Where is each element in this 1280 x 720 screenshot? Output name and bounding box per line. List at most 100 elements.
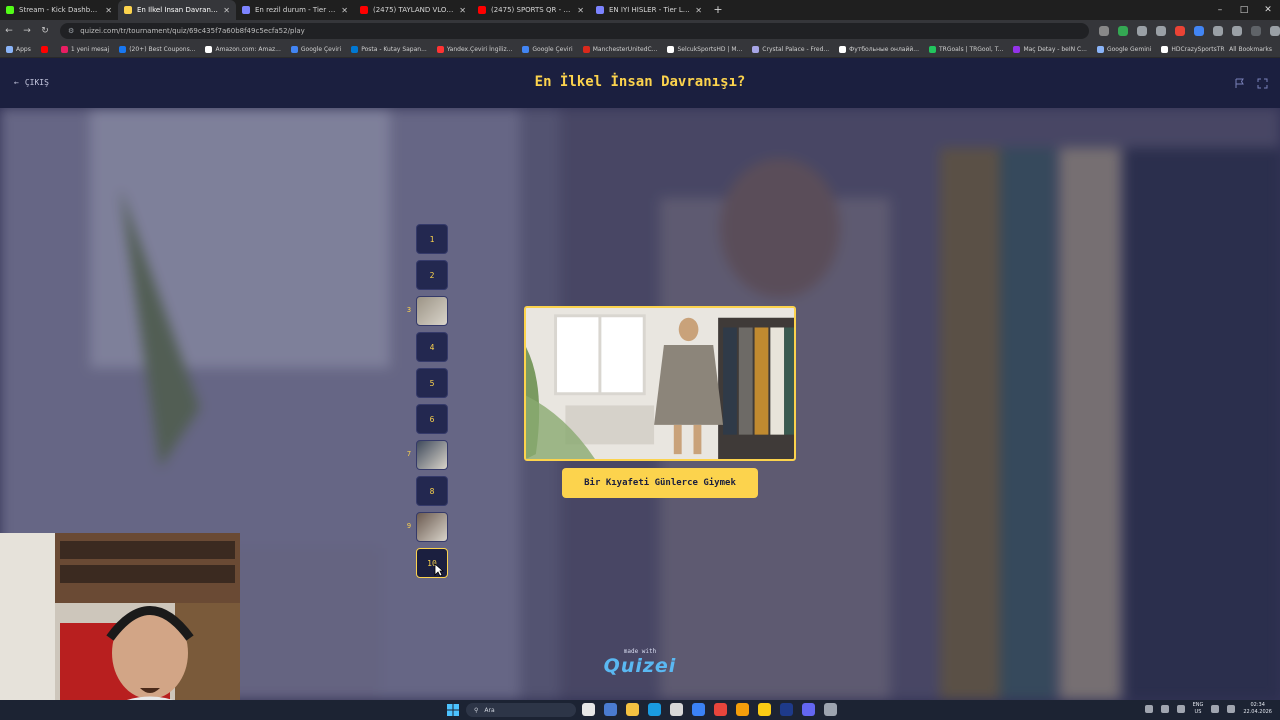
copilot-icon[interactable] <box>604 703 617 716</box>
chrome-icon[interactable] <box>714 703 727 716</box>
bookmark-item[interactable]: Apps <box>6 46 31 53</box>
round-3[interactable] <box>416 296 448 326</box>
steam-icon[interactable] <box>780 703 793 716</box>
discord-icon[interactable] <box>802 703 815 716</box>
app-icon[interactable] <box>736 703 749 716</box>
round-number-label: 9 <box>406 522 412 530</box>
bookmark-favicon-icon <box>928 46 936 53</box>
tab-close-icon[interactable]: ✕ <box>223 6 230 15</box>
bookmark-item[interactable]: Crystal Palace - Fred... <box>752 46 829 53</box>
bookmark-label: TRGoals | TRGool, T... <box>938 46 1004 53</box>
taskbar-search[interactable]: ⚲ Ara <box>466 703 576 717</box>
extension-icon[interactable] <box>1194 26 1204 36</box>
browser-tab[interactable]: (2475) SPORTS QR - YouTube ✕ <box>472 0 590 20</box>
bookmark-item[interactable]: Google Çeviri <box>290 46 341 53</box>
round-2[interactable]: 2 <box>416 260 448 290</box>
bookmark-item[interactable]: 1 yeni mesaj <box>60 46 109 53</box>
back-icon[interactable]: ← <box>0 26 18 36</box>
browser-tab[interactable]: EN İYİ HİSLER - Tier List | Kör S✕ <box>590 0 708 20</box>
extension-icon[interactable] <box>1213 26 1223 36</box>
edge-icon[interactable] <box>648 703 661 716</box>
tab-close-icon[interactable]: ✕ <box>695 6 702 15</box>
bookmark-item[interactable]: Posta - Kutay Sapan... <box>351 46 427 53</box>
minimize-icon[interactable]: – <box>1208 0 1232 20</box>
clock-date: 22.04.2026 <box>1243 709 1272 715</box>
site-info-icon[interactable]: ⚙ <box>68 27 74 35</box>
tab-close-icon[interactable]: ✕ <box>341 6 348 15</box>
file-explorer-icon[interactable] <box>626 703 639 716</box>
obs-icon[interactable] <box>824 703 837 716</box>
puzzle-icon[interactable] <box>1232 26 1242 36</box>
tab-title: EN İYİ HİSLER - Tier List | Kör S <box>609 6 692 14</box>
bookmark-item[interactable]: ManchesterUnitedC... <box>582 46 657 53</box>
round-5[interactable]: 5 <box>416 368 448 398</box>
bookmark-label: Crystal Palace - Fred... <box>762 46 830 53</box>
extension-icon[interactable] <box>1156 26 1166 36</box>
extension-icon[interactable] <box>1118 26 1128 36</box>
extension-icon[interactable] <box>1175 26 1185 36</box>
volume-icon[interactable] <box>1227 705 1236 713</box>
bookmark-item[interactable] <box>40 46 51 53</box>
new-tab-icon[interactable]: + <box>708 0 728 20</box>
network-icon[interactable] <box>1160 705 1169 713</box>
address-bar[interactable]: ⚙ quizei.com/tr/tournament/quiz/69c435f7… <box>59 23 1089 39</box>
extension-icon[interactable] <box>1137 26 1147 36</box>
browser-tab[interactable]: Stream - Kick Dashboard ✕ <box>0 0 118 20</box>
bookmark-item[interactable]: Amazon.com: Amaz... <box>205 46 281 53</box>
all-bookmarks[interactable]: All Bookmarks <box>1229 46 1272 53</box>
round-1[interactable]: 1 <box>416 224 448 254</box>
round-9[interactable] <box>416 512 448 542</box>
tab-favicon-icon <box>242 6 250 14</box>
menu-icon[interactable] <box>1270 26 1280 36</box>
quizei-brand[interactable]: made with Quizei <box>596 648 684 677</box>
bookmark-item[interactable]: Google Çeviri <box>522 46 573 53</box>
mail-icon[interactable] <box>692 703 705 716</box>
option-card[interactable] <box>524 306 796 461</box>
round-4[interactable]: 4 <box>416 332 448 362</box>
answer-option-button[interactable]: Bir Kıyafeti Günlerce Giymek <box>562 468 758 498</box>
store-icon[interactable] <box>670 703 683 716</box>
tab-close-icon[interactable]: ✕ <box>105 6 112 15</box>
bookmark-label: (20+) Best Coupons... <box>129 46 196 53</box>
bookmark-item[interactable]: TRGoals | TRGool, T... <box>928 46 1004 53</box>
round-8[interactable]: 8 <box>416 476 448 506</box>
browser-tab[interactable]: En İlkel İnsan Davranışı? - Tier L✕ <box>118 0 236 20</box>
bookmark-label: Футбольные онлайй... <box>849 46 919 53</box>
mic-icon[interactable] <box>1176 705 1185 713</box>
taskbar-clock[interactable]: 02:34 22.04.2026 <box>1243 702 1272 716</box>
language-indicator[interactable]: ENG US <box>1193 702 1204 716</box>
bookmark-favicon-icon <box>1096 46 1104 53</box>
tab-close-icon[interactable]: ✕ <box>459 6 466 15</box>
sticky-notes-icon[interactable] <box>758 703 771 716</box>
round-7[interactable] <box>416 440 448 470</box>
browser-tab[interactable]: En rezil durum - Tier List | Kör S ✕ <box>236 0 354 20</box>
bookmark-favicon-icon <box>60 46 68 53</box>
forward-icon[interactable]: → <box>18 26 36 36</box>
browser-toolbar: ← → ↻ ⚙ quizei.com/tr/tournament/quiz/69… <box>0 20 1280 42</box>
quiz-header: ← ÇIKIŞ En İlkel İnsan Davranışı? <box>0 58 1280 108</box>
maximize-icon[interactable]: □ <box>1232 0 1256 20</box>
windows-start-icon[interactable] <box>446 703 460 717</box>
fullscreen-icon[interactable] <box>1257 78 1268 89</box>
reload-icon[interactable]: ↻ <box>36 26 54 36</box>
brand-tagline: made with <box>623 648 657 655</box>
bookmark-item[interactable]: SelcukSportsHD | M... <box>667 46 742 53</box>
tab-close-icon[interactable]: ✕ <box>577 6 584 15</box>
bookmark-item[interactable]: Футбольные онлайй... <box>839 46 919 53</box>
chevron-up-icon[interactable] <box>1144 705 1153 713</box>
close-window-icon[interactable]: ✕ <box>1256 0 1280 20</box>
task-view-icon[interactable] <box>582 703 595 716</box>
bookmark-item[interactable]: HDCrazySportsTR <box>1161 46 1225 53</box>
flag-icon[interactable] <box>1234 78 1245 89</box>
profile-avatar[interactable] <box>1251 26 1261 36</box>
clock-time: 02:34 <box>1250 702 1265 708</box>
bookmark-item[interactable]: Yandex.Çeviri İngiliz... <box>436 46 512 53</box>
browser-tab[interactable]: (2475) TAYLAND VLOG | İLK GÜ ✕ <box>354 0 472 20</box>
round-6[interactable]: 6 <box>416 404 448 434</box>
star-icon[interactable] <box>1099 26 1109 36</box>
wifi-icon[interactable] <box>1211 705 1220 713</box>
bookmark-item[interactable]: Maç Detay - beIN C... <box>1013 46 1087 53</box>
bookmark-item[interactable]: Google Gemini <box>1096 46 1151 53</box>
bookmark-item[interactable]: (20+) Best Coupons... <box>119 46 195 53</box>
bookmark-label: Amazon.com: Amaz... <box>215 46 281 53</box>
